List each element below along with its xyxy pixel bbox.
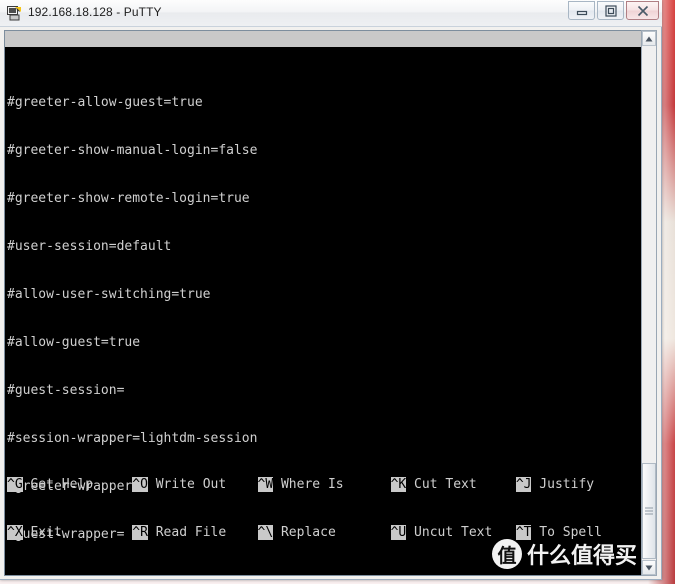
config-line: #allow-guest=true xyxy=(7,335,141,350)
putty-icon xyxy=(6,5,23,22)
config-line: #user-session=default xyxy=(7,239,172,254)
nano-shortcut-row: ^G Get Help ^O Write Out ^W Where Is ^K … xyxy=(5,477,643,493)
shortcut-key[interactable]: ^X xyxy=(7,525,23,540)
shortcut-key[interactable]: ^T xyxy=(515,525,532,540)
nano-shortcut-row: ^X Exit ^R Read File ^\ Replace ^U Uncut… xyxy=(5,525,643,541)
scroll-up-arrow-icon[interactable] xyxy=(642,31,656,46)
shortcut-spacer xyxy=(62,525,132,540)
shortcut-key[interactable]: ^K xyxy=(390,477,407,492)
shortcut-label[interactable]: Uncut Text xyxy=(406,525,492,540)
window-title: 192.168.18.128 - PuTTY xyxy=(28,5,162,19)
shortcut-label[interactable]: Get Help xyxy=(23,477,93,492)
shortcut-spacer xyxy=(226,477,257,492)
shortcut-spacer xyxy=(226,525,257,540)
shortcut-spacer xyxy=(477,477,516,492)
config-line: #greeter-show-manual-login=false xyxy=(7,143,258,158)
close-button[interactable] xyxy=(626,1,659,20)
nano-title-bar: GNU nano 2.7.4 File: /etc/lightdm/lightd… xyxy=(5,31,643,47)
shortcut-label[interactable]: Cut Text xyxy=(406,477,477,492)
shortcut-spacer xyxy=(344,477,391,492)
shortcut-key[interactable]: ^O xyxy=(132,477,148,492)
shortcut-spacer xyxy=(336,525,391,540)
shortcut-key[interactable]: ^R xyxy=(132,525,148,540)
shortcut-label[interactable]: Write Out xyxy=(148,477,226,492)
scroll-down-arrow-icon[interactable] xyxy=(642,560,656,575)
shortcut-key[interactable]: ^\ xyxy=(257,525,274,540)
title-bar[interactable]: 192.168.18.128 - PuTTY xyxy=(0,0,662,27)
shortcut-label[interactable]: To Spell xyxy=(531,525,602,540)
shortcut-label[interactable]: Where Is xyxy=(273,477,344,492)
minimize-button[interactable] xyxy=(568,1,595,20)
config-line: #guest-session= xyxy=(7,383,125,398)
shortcut-spacer xyxy=(93,477,132,492)
terminal-scrollbar[interactable] xyxy=(641,30,657,576)
config-line: #display-setup-script= xyxy=(5,575,643,576)
config-line: #greeter-show-remote-login=true xyxy=(7,191,250,206)
shortcut-spacer xyxy=(492,525,515,540)
shortcut-key[interactable]: ^W xyxy=(257,477,274,492)
shortcut-key[interactable]: ^G xyxy=(7,477,23,492)
shortcut-key[interactable]: ^J xyxy=(515,477,532,492)
config-line: #allow-user-switching=true xyxy=(7,287,211,302)
maximize-button[interactable] xyxy=(597,1,624,20)
scroll-thumb[interactable] xyxy=(642,463,656,559)
shortcut-label[interactable]: Justify xyxy=(531,477,594,492)
shortcut-key[interactable]: ^U xyxy=(390,525,407,540)
shortcut-label[interactable]: Replace xyxy=(273,525,336,540)
shortcut-spacer xyxy=(594,477,643,492)
shortcut-label[interactable]: Read File xyxy=(148,525,226,540)
terminal-screen[interactable]: GNU nano 2.7.4 File: /etc/lightdm/lightd… xyxy=(4,30,644,576)
putty-window: 192.168.18.128 - PuTTY GNU nano 2.7.4 Fi… xyxy=(0,0,662,580)
shortcut-label[interactable]: Exit xyxy=(23,525,61,540)
nano-shortcut-bar: ^G Get Help ^O Write Out ^W Where Is ^K … xyxy=(5,445,643,573)
scroll-thumb-grip xyxy=(645,507,653,515)
config-line: #greeter-allow-guest=true xyxy=(7,95,203,110)
shortcut-spacer xyxy=(602,525,643,540)
